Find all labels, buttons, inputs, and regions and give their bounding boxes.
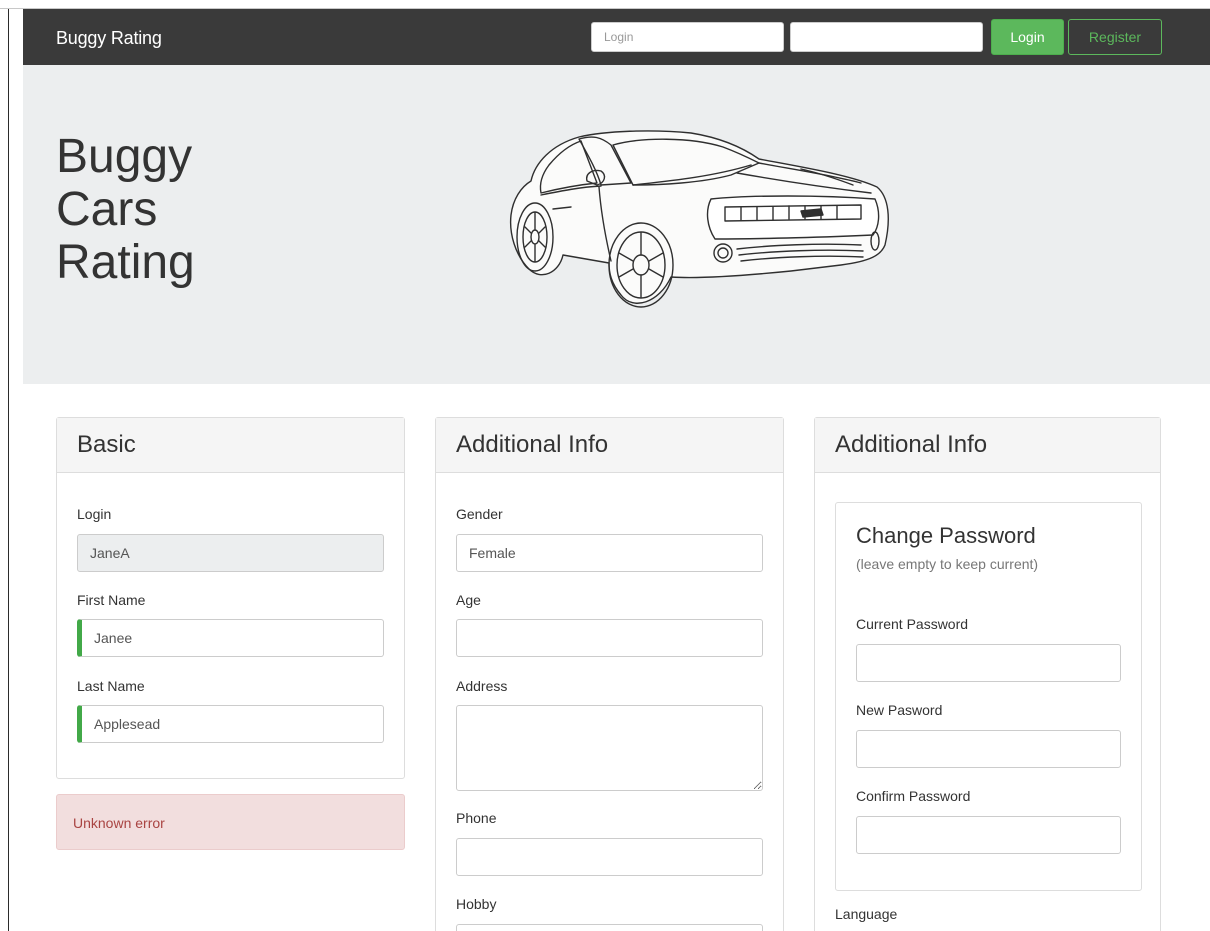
password-panel: Additional Info Change Password (leave e… (814, 417, 1161, 931)
password-panel-title: Additional Info (815, 418, 1160, 473)
basic-panel: Basic Login First Name Last Name (56, 417, 405, 779)
first-name-field[interactable] (77, 619, 384, 657)
phone-label: Phone (456, 810, 497, 826)
address-label: Address (456, 678, 508, 694)
browser-frame-top (0, 0, 1210, 9)
age-label: Age (456, 592, 481, 608)
login-field (77, 534, 384, 572)
additional-info-title: Additional Info (436, 418, 783, 473)
hero-title-line: Rating (56, 235, 195, 289)
basic-panel-title: Basic (57, 418, 404, 473)
phone-field[interactable] (456, 838, 763, 876)
navbar: Buggy Rating Login Register (23, 9, 1210, 65)
hero-banner: Buggy Cars Rating (23, 65, 1210, 384)
last-name-field[interactable] (77, 705, 384, 743)
new-password-label: New Pasword (856, 702, 943, 718)
language-label: Language (835, 906, 898, 922)
confirm-password-label: Confirm Password (856, 788, 971, 804)
error-alert: Unknown error (56, 794, 405, 850)
change-password-hint: (leave empty to keep current) (856, 556, 1039, 572)
car-illustration-icon (509, 130, 889, 308)
current-password-field[interactable] (856, 644, 1121, 682)
address-textarea[interactable] (456, 705, 763, 791)
gender-label: Gender (456, 506, 503, 522)
last-name-label: Last Name (77, 678, 145, 694)
hobby-label: Hobby (456, 896, 497, 912)
brand-link[interactable]: Buggy Rating (56, 28, 162, 49)
hero-title-line: Buggy (56, 130, 193, 183)
navbar-password-input[interactable] (790, 22, 983, 52)
login-button[interactable]: Login (991, 19, 1064, 55)
first-name-label: First Name (77, 592, 146, 608)
gender-field[interactable] (456, 534, 763, 572)
age-field[interactable] (456, 619, 763, 657)
additional-info-panel: Additional Info Gender Age Address Phone… (435, 417, 784, 931)
hero-title: Buggy Cars Rating (56, 130, 195, 289)
login-label: Login (77, 506, 112, 522)
navbar-login-input[interactable] (591, 22, 784, 52)
hero-title-line: Cars (56, 182, 158, 236)
hobby-select[interactable] (456, 924, 763, 931)
change-password-card: Change Password (leave empty to keep cur… (835, 502, 1142, 891)
new-password-field[interactable] (856, 730, 1121, 768)
page: Buggy Rating Login Register Buggy Cars R… (23, 9, 1210, 931)
confirm-password-field[interactable] (856, 816, 1121, 854)
browser-frame-left (8, 9, 9, 931)
current-password-label: Current Password (856, 616, 969, 632)
register-button[interactable]: Register (1068, 19, 1162, 55)
change-password-title: Change Password (856, 523, 1036, 548)
